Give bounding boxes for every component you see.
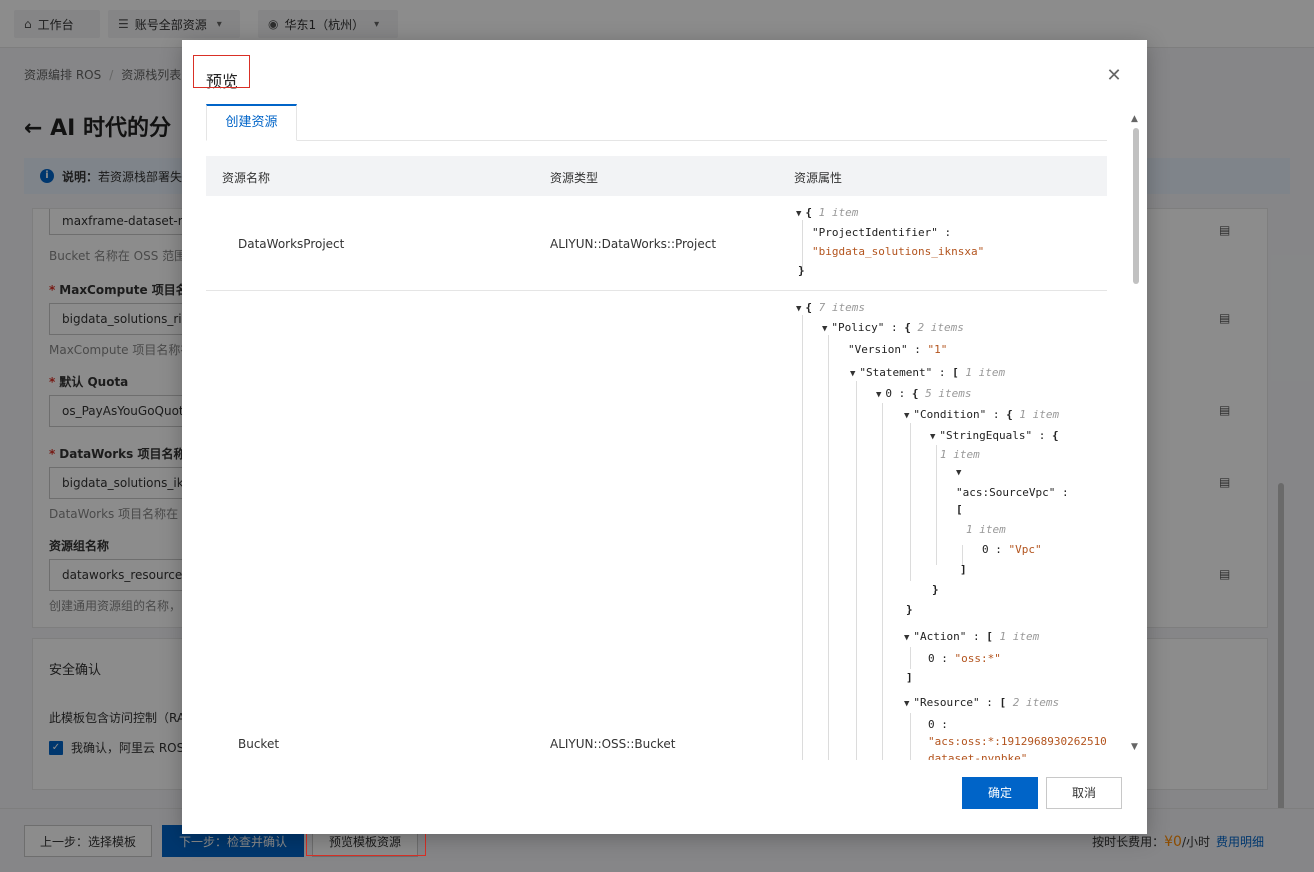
tab-create-resources[interactable]: 创建资源 [206,104,297,141]
highlight-box [193,55,250,88]
collapse-toggle-icon[interactable]: ▼ [956,468,961,478]
column-resource-props: 资源属性 [794,171,843,185]
collapse-toggle-icon[interactable]: ▼ [904,699,909,709]
table-header: 资源名称 资源类型 资源属性 [206,156,1107,196]
dialog-scrollbar[interactable]: ▲ ▼ [1130,114,1142,804]
dialog-tabs: 创建资源 [206,104,1107,141]
collapse-toggle-icon[interactable]: ▼ [904,411,909,421]
preview-dialog: 预览 ✕ 创建资源 资源名称 资源类型 资源属性 DataWorksProjec… [182,40,1147,834]
column-resource-name: 资源名称 [222,171,271,185]
column-resource-type: 资源类型 [550,171,599,185]
resource-type: ALIYUN::DataWorks::Project [550,237,717,251]
resource-table: 资源名称 资源类型 资源属性 DataWorksProject ALIYUN::… [206,156,1107,760]
collapse-toggle-icon[interactable]: ▼ [876,390,881,400]
collapse-toggle-icon[interactable]: ▼ [930,432,935,442]
json-viewer: ▼{ 7 items ▼ "Policy" : { 2 items "Versio… [796,301,1107,760]
table-row: DataWorksProject ALIYUN::DataWorks::Proj… [206,196,1107,291]
json-viewer: ▼{ 1 item "ProjectIdentifier" : "bigdata… [796,206,985,277]
collapse-toggle-icon[interactable]: ▼ [850,369,855,379]
cancel-button[interactable]: 取消 [1046,777,1122,809]
table-row: Bucket ALIYUN::OSS::Bucket ▼{ 7 items ▼ "… [206,291,1107,760]
resource-name: DataWorksProject [238,237,345,251]
collapse-toggle-icon[interactable]: ▼ [796,304,801,314]
scroll-up-icon[interactable]: ▲ [1131,114,1138,124]
resource-type: ALIYUN::OSS::Bucket [550,737,676,751]
collapse-toggle-icon[interactable]: ▼ [822,324,827,334]
scroll-down-icon[interactable]: ▼ [1131,742,1138,752]
close-icon[interactable]: ✕ [1104,66,1124,86]
collapse-toggle-icon[interactable]: ▼ [904,633,909,643]
collapse-toggle-icon[interactable]: ▼ [796,209,801,219]
ok-button[interactable]: 确定 [962,777,1038,809]
resource-name: Bucket [238,737,280,751]
